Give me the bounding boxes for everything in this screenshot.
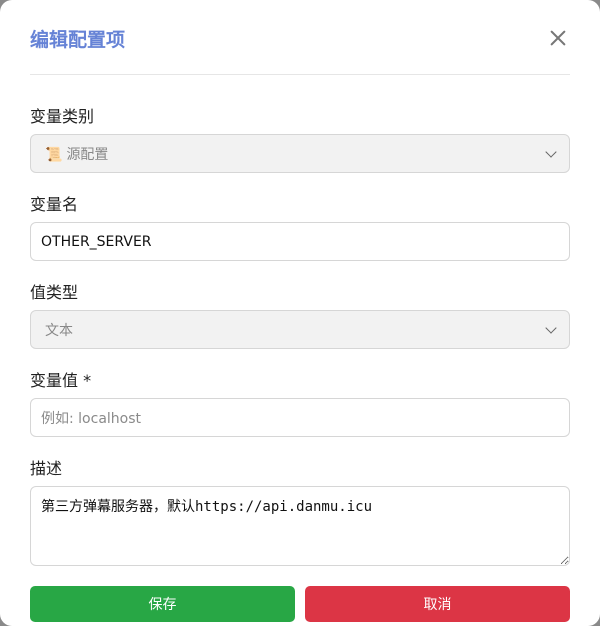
- close-icon[interactable]: [547, 27, 569, 49]
- category-value: 📜 源配置: [45, 144, 108, 164]
- category-label: 变量类别: [30, 107, 95, 126]
- cancel-button[interactable]: 取消: [305, 586, 570, 622]
- value-type-label: 值类型: [30, 283, 79, 302]
- description-textarea[interactable]: 第三方弹幕服务器，默认https://api.danmu.icu: [30, 486, 570, 566]
- description-label: 描述: [30, 459, 63, 478]
- value-type-value: 文本: [45, 322, 73, 339]
- chevron-down-icon: [545, 321, 557, 334]
- category-value-text: 源配置: [66, 146, 109, 163]
- button-row: 保存 取消: [30, 586, 570, 622]
- scroll-icon: 📜: [45, 146, 63, 163]
- dialog-header: 编辑配置项: [30, 0, 570, 75]
- value-type-select[interactable]: 文本: [30, 310, 570, 349]
- save-button[interactable]: 保存: [30, 586, 295, 622]
- name-input[interactable]: OTHER_SERVER: [30, 222, 570, 261]
- value-label: 变量值 *: [30, 371, 92, 390]
- name-label: 变量名: [30, 195, 79, 214]
- value-input[interactable]: 例如: localhost: [30, 398, 570, 437]
- edit-config-dialog: 编辑配置项 变量类别 📜 源配置 变量名 OTHER_SERVER 值类型 文本 …: [0, 0, 600, 626]
- dialog-title: 编辑配置项: [30, 28, 126, 51]
- category-select[interactable]: 📜 源配置: [30, 134, 570, 173]
- chevron-down-icon: [545, 145, 557, 158]
